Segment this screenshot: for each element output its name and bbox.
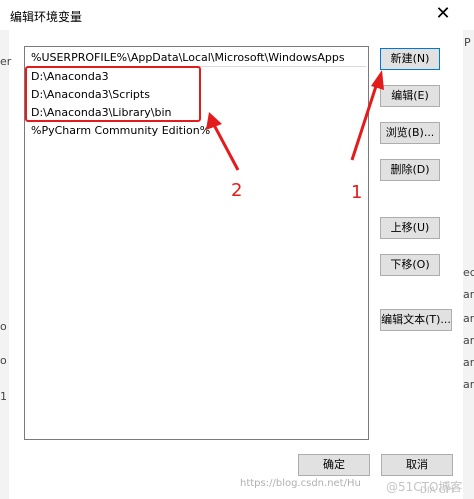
arrow-1-shaft: [350, 79, 380, 161]
watermark-extra: DIA GPI: [420, 486, 454, 496]
arrow-2-shaft: [211, 122, 240, 171]
annotation-label-1: 1: [351, 182, 363, 203]
arrow-1-head: [371, 70, 384, 90]
watermark: https://blog.csdn.net/Hu: [240, 478, 361, 489]
annotation-arrows: [206, 70, 384, 171]
annotation-label-2: 2: [231, 180, 243, 201]
